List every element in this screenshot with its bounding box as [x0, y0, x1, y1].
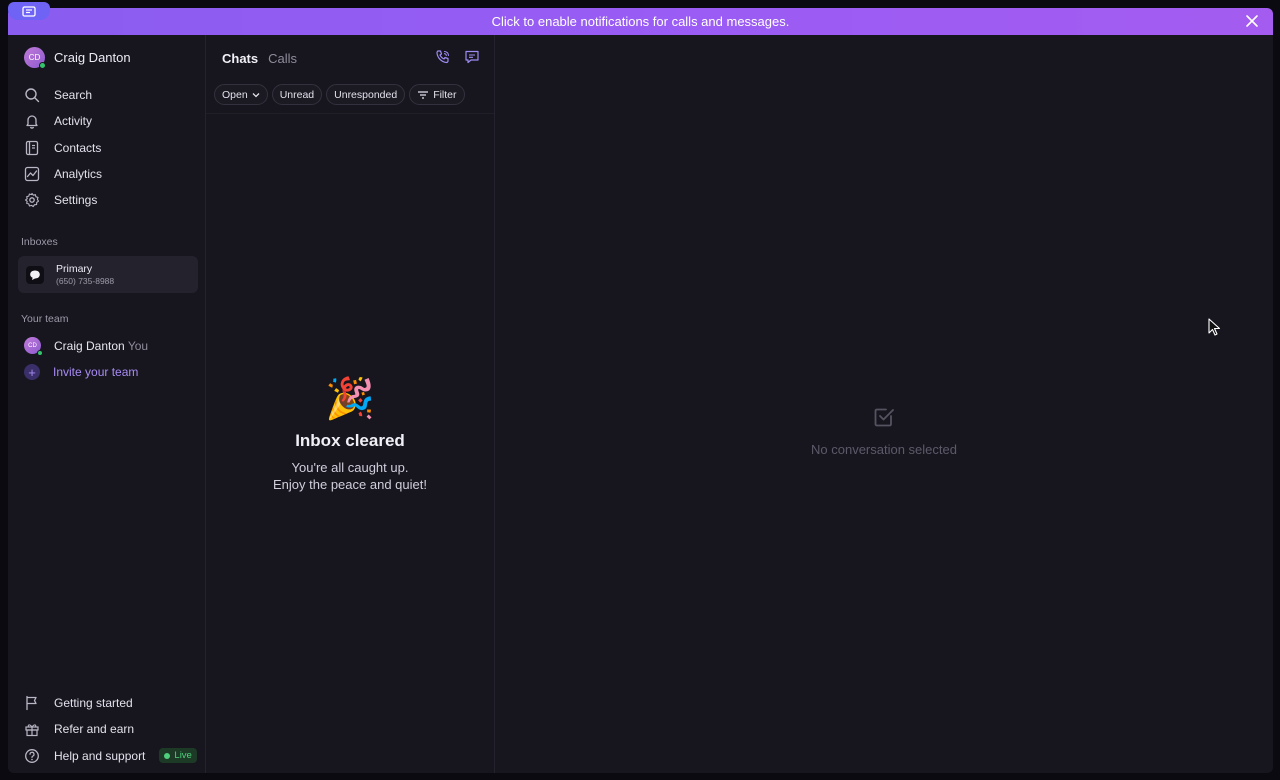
- close-icon[interactable]: [1245, 14, 1259, 28]
- main-nav: Search Activity Contacts Analytics Setti…: [24, 82, 102, 213]
- nav-item-label: Analytics: [54, 167, 103, 182]
- nav-item-label: Settings: [54, 193, 98, 208]
- analytics-icon: [24, 166, 40, 182]
- gift-icon: [25, 724, 39, 737]
- contacts-icon: [25, 140, 39, 155]
- online-status-dot: [37, 350, 43, 356]
- app-window: Click to enable notifications for calls …: [8, 8, 1273, 773]
- tab-chats[interactable]: Chats: [222, 51, 258, 66]
- nav-item-contacts[interactable]: Contacts: [24, 135, 102, 161]
- open-status-dropdown[interactable]: Open: [214, 84, 268, 105]
- divider: [206, 113, 494, 114]
- flag-icon: [26, 695, 37, 711]
- chats-tabs: Chats Calls: [222, 51, 297, 66]
- mouse-cursor-icon: [1208, 318, 1221, 336]
- nav-item-refer-and-earn[interactable]: Refer and earn: [24, 716, 197, 742]
- live-badge: Live: [159, 748, 197, 764]
- inbox-empty-state: 🎉 Inbox cleared You're all caught up. En…: [206, 375, 494, 493]
- phone-call-icon[interactable]: [435, 49, 451, 65]
- live-dot-icon: [164, 752, 171, 759]
- nav-item-getting-started[interactable]: Getting started: [24, 690, 197, 716]
- inbox-phone: (650) 735-8988: [56, 276, 115, 286]
- conversation-panel: No conversation selected: [495, 35, 1273, 773]
- avatar-initials: CD: [28, 342, 37, 349]
- plus-icon: +: [24, 364, 40, 380]
- notification-banner[interactable]: Click to enable notifications for calls …: [8, 8, 1273, 35]
- live-badge-label: Live: [174, 750, 192, 762]
- team-member-name: Craig Danton: [54, 338, 125, 353]
- help-icon: [25, 748, 39, 763]
- unresponded-filter-chip[interactable]: Unresponded: [326, 84, 406, 105]
- filter-icon: [418, 90, 429, 99]
- empty-state-title: Inbox cleared: [295, 431, 405, 450]
- nav-item-search[interactable]: Search: [24, 82, 102, 108]
- bottom-nav: Getting started Refer and earn Help and …: [24, 690, 197, 769]
- team-heading: Your team: [21, 313, 69, 325]
- chevron-down-icon: [252, 92, 260, 97]
- tab-calls[interactable]: Calls: [268, 51, 297, 66]
- nav-item-analytics[interactable]: Analytics: [24, 161, 102, 187]
- nav-item-label: Getting started: [54, 696, 133, 711]
- no-conversation-text: No conversation selected: [811, 442, 957, 457]
- inbox-item-primary[interactable]: Primary (650) 735-8988: [18, 256, 198, 293]
- app-tab-icon[interactable]: [8, 2, 50, 20]
- nav-item-label: Activity: [54, 114, 93, 129]
- bell-icon: [26, 115, 38, 130]
- nav-item-label: Refer and earn: [54, 722, 135, 737]
- checkbox-icon: [874, 408, 894, 427]
- filter-bar: Open Unread Unresponded Filter: [214, 84, 465, 105]
- filter-button-label: Filter: [433, 88, 457, 101]
- nav-item-label: Contacts: [54, 140, 102, 155]
- sidebar: CD Craig Danton Search Activity Contacts…: [8, 35, 206, 773]
- new-message-icon[interactable]: [464, 49, 480, 65]
- avatar: CD: [24, 337, 43, 356]
- unread-filter-chip[interactable]: Unread: [271, 84, 323, 105]
- chat-bubble-icon: [26, 265, 44, 284]
- avatar-initials: CD: [28, 53, 41, 62]
- online-status-dot: [39, 62, 46, 69]
- party-popper-icon: 🎉: [325, 377, 375, 421]
- nav-item-help-and-support[interactable]: Help and support Live: [24, 743, 197, 769]
- team-member[interactable]: CD Craig Danton You: [24, 337, 149, 356]
- search-icon: [25, 88, 40, 103]
- filter-button[interactable]: Filter: [409, 84, 465, 105]
- inboxes-heading: Inboxes: [21, 236, 58, 248]
- chats-panel: Chats Calls Open Unread Unresponded Filt…: [206, 35, 495, 773]
- team-member-you-tag: You: [127, 338, 149, 353]
- no-conversation-state: No conversation selected: [495, 405, 1273, 457]
- unresponded-filter-label: Unresponded: [334, 88, 398, 101]
- inbox-window-icon: [22, 5, 36, 17]
- profile-menu[interactable]: CD Craig Danton: [24, 47, 131, 69]
- unread-filter-label: Unread: [279, 88, 315, 101]
- invite-team-label: Invite your team: [53, 365, 139, 379]
- avatar: CD: [24, 47, 46, 69]
- nav-item-activity[interactable]: Activity: [24, 108, 102, 134]
- open-status-label: Open: [222, 88, 248, 101]
- empty-state-line-2: Enjoy the peace and quiet!: [273, 477, 427, 492]
- nav-item-label: Help and support: [54, 748, 146, 763]
- nav-item-label: Search: [54, 88, 93, 103]
- inbox-title: Primary: [56, 263, 93, 275]
- nav-item-settings[interactable]: Settings: [24, 187, 102, 213]
- invite-team-button[interactable]: + Invite your team: [24, 364, 138, 380]
- banner-text[interactable]: Click to enable notifications for calls …: [492, 14, 790, 29]
- empty-state-line-1: You're all caught up.: [291, 460, 409, 475]
- gear-icon: [24, 193, 40, 208]
- chats-actions: [435, 49, 480, 65]
- profile-name: Craig Danton: [54, 50, 131, 65]
